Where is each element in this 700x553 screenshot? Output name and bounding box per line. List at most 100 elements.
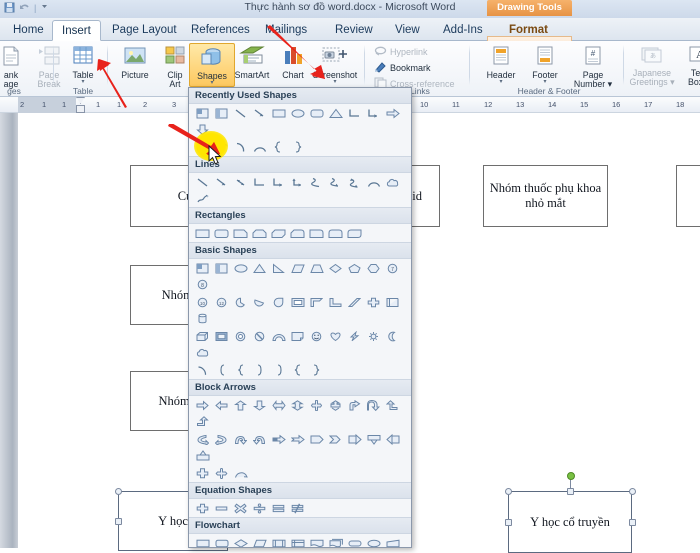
round-single-corner-shape[interactable] [307, 225, 326, 241]
up-down-arrow-shape[interactable] [288, 397, 307, 413]
line-double-arrow-shape[interactable] [231, 174, 250, 190]
teardrop-shape[interactable] [269, 294, 288, 310]
trapezoid-shape[interactable] [307, 260, 326, 276]
circular-arrow-shape[interactable] [231, 465, 250, 481]
text-box-button[interactable]: A TextBox ▾ [676, 43, 700, 87]
curve-shape[interactable] [250, 139, 269, 155]
flowchart-decision[interactable] [231, 535, 250, 547]
octagon-shape[interactable]: 8 [193, 276, 212, 292]
arc-shape[interactable] [193, 362, 212, 378]
left-right-arrow-callout-shape[interactable] [193, 465, 212, 481]
arc-shape[interactable] [364, 174, 383, 190]
text-box-shape[interactable] [193, 260, 212, 276]
page-number-button[interactable]: # Page Number ▾ [566, 43, 620, 89]
rounded-rectangle-shape[interactable] [212, 225, 231, 241]
scribble-shape[interactable] [193, 190, 212, 206]
u-turn-arrow-shape[interactable] [364, 397, 383, 413]
heart-shape[interactable] [326, 328, 345, 344]
up-arrow-callout-shape[interactable] [193, 447, 212, 463]
left-right-arrow-shape[interactable] [269, 397, 288, 413]
plus-shape[interactable] [193, 500, 212, 516]
tab-format[interactable]: Format [500, 20, 557, 41]
l-shape[interactable] [326, 294, 345, 310]
curved-connector-shape[interactable] [307, 174, 326, 190]
hyperlink-button[interactable]: Hyperlink [374, 44, 428, 59]
textbox-2-shape[interactable] [212, 105, 231, 121]
textbox-shape[interactable] [193, 105, 212, 121]
equal-shape[interactable] [269, 500, 288, 516]
flowchart-multidocument[interactable] [326, 535, 345, 547]
flowchart-manual-input[interactable] [383, 535, 402, 547]
left-bracket-shape[interactable] [212, 362, 231, 378]
curved-right-arrow-shape[interactable] [193, 431, 212, 447]
striped-right-arrow-shape[interactable] [269, 431, 288, 447]
round-same-side-corner-shape[interactable] [326, 225, 345, 241]
footer-button[interactable]: Footer ▾ [522, 43, 568, 87]
line-arrow-shape[interactable] [212, 174, 231, 190]
cube-shape[interactable] [193, 328, 212, 344]
right-brace-shape[interactable] [288, 139, 307, 155]
rectangle-shape[interactable] [269, 105, 288, 121]
line-arrow-shape[interactable] [250, 105, 269, 121]
chevron-down-icon[interactable]: ▾ [522, 79, 568, 85]
curved-left-arrow-shape[interactable] [212, 431, 231, 447]
first-line-indent-marker[interactable] [76, 97, 85, 104]
down-arrow-callout-shape[interactable] [364, 431, 383, 447]
flowchart-data[interactable] [250, 535, 269, 547]
no-symbol-shape[interactable] [250, 328, 269, 344]
tab-page-layout[interactable]: Page Layout [103, 20, 186, 41]
resize-handle-w[interactable] [505, 519, 512, 526]
rectangle-shape[interactable] [193, 225, 212, 241]
japanese-greetings-button[interactable]: あ Japanese Greetings ▾ [626, 43, 678, 87]
diamond-shape[interactable] [326, 260, 345, 276]
tab-home[interactable]: Home [4, 20, 53, 41]
moon-shape[interactable] [383, 328, 402, 344]
right-bracket-shape[interactable] [250, 362, 269, 378]
bent-arrow-shape[interactable] [345, 397, 364, 413]
elbow-connector-shape[interactable] [345, 105, 364, 121]
pentagon-arrow-shape[interactable] [307, 431, 326, 447]
curved-arrow-shape[interactable] [326, 174, 345, 190]
lightning-bolt-shape[interactable] [345, 328, 364, 344]
right-arrow-shape[interactable] [383, 105, 402, 121]
elbow-arrow-shape[interactable] [269, 174, 288, 190]
right-arrow-shape[interactable] [193, 397, 212, 413]
snip-single-corner-shape[interactable] [231, 225, 250, 241]
tab-references[interactable]: References [182, 20, 259, 41]
half-frame-shape[interactable] [307, 294, 326, 310]
bent-up-arrow-shape[interactable] [193, 413, 212, 429]
heptagon-shape[interactable]: 7 [383, 260, 402, 276]
rotate-handle[interactable] [567, 472, 575, 480]
tab-view[interactable]: View [386, 20, 429, 41]
chevron-down-icon[interactable]: ▾ [670, 77, 674, 87]
hexagon-shape[interactable] [364, 260, 383, 276]
smiley-face-shape[interactable] [307, 328, 326, 344]
chord-shape[interactable] [250, 294, 269, 310]
right-bracket-2-shape[interactable] [269, 362, 288, 378]
line-shape[interactable] [231, 105, 250, 121]
flowchart-document[interactable] [307, 535, 326, 547]
decagon-shape[interactable]: 10 [193, 294, 212, 310]
curved-up-arrow-shape[interactable] [231, 431, 250, 447]
not-equal-shape[interactable] [288, 500, 307, 516]
box-right-partial[interactable] [676, 165, 700, 227]
diagonal-stripe-shape[interactable] [345, 294, 364, 310]
flowchart-predefined-process[interactable] [269, 535, 288, 547]
tab-insert[interactable]: Insert [52, 20, 101, 41]
pie-shape[interactable] [231, 294, 250, 310]
text-box-2-shape[interactable] [212, 260, 231, 276]
left-brace-shape[interactable] [231, 362, 250, 378]
snip-diagonal-corner-shape[interactable] [269, 225, 288, 241]
resize-handle-w[interactable] [115, 518, 122, 525]
cross-shape[interactable] [364, 294, 383, 310]
resize-handle-ne[interactable] [629, 488, 636, 495]
cloud-shape[interactable] [193, 344, 212, 360]
elbow-arrow-connector-shape[interactable] [364, 105, 383, 121]
curved-double-arrow-shape[interactable] [345, 174, 364, 190]
resize-handle-e[interactable] [629, 519, 636, 526]
round-diagonal-corner-shape[interactable] [345, 225, 364, 241]
down-arrow-shape[interactable] [250, 397, 269, 413]
box-phu-khoa[interactable]: Nhóm thuốc phụ khoa nhỏ mắt [483, 165, 608, 227]
resize-handle-nw[interactable] [505, 488, 512, 495]
line-shape[interactable] [193, 174, 212, 190]
